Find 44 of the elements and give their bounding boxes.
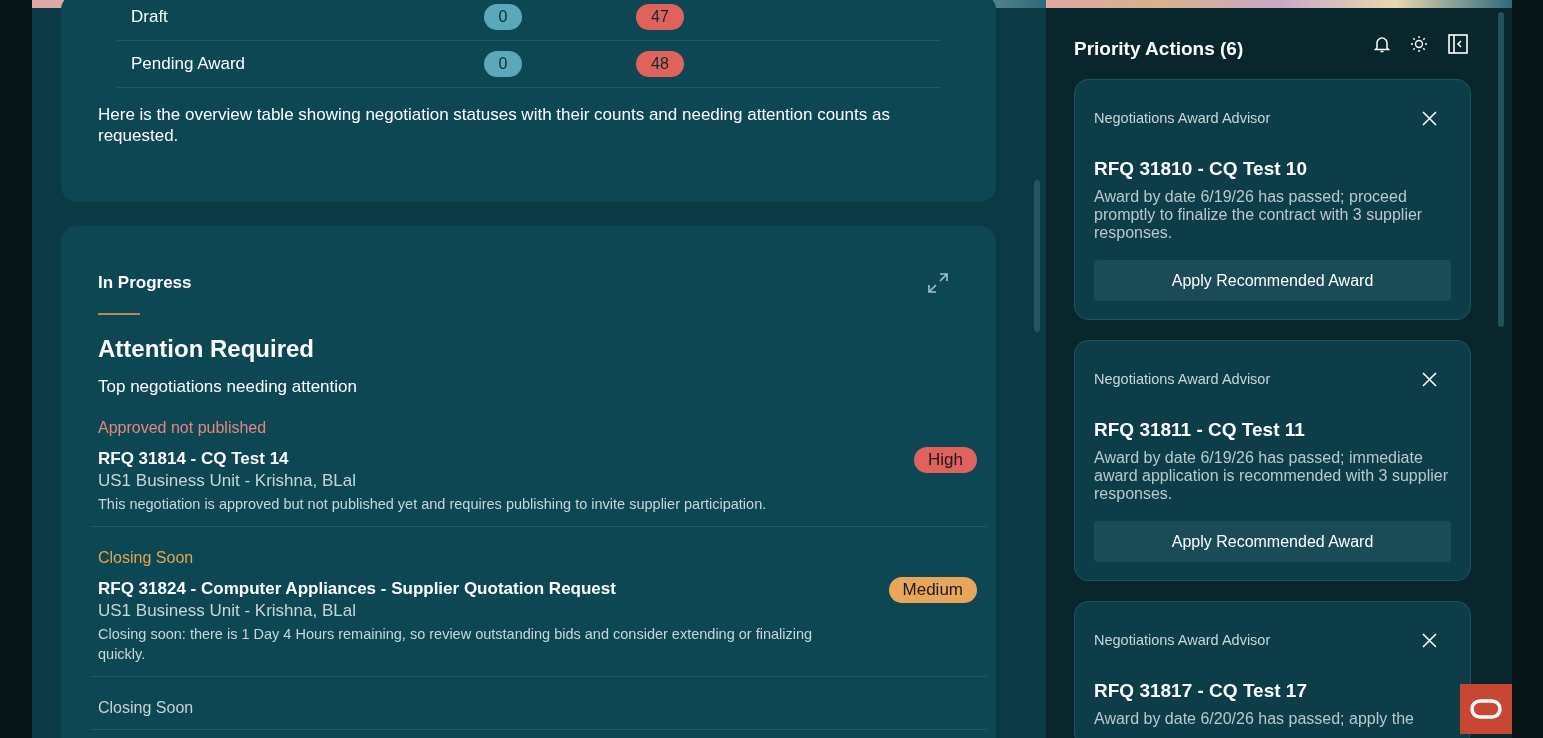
action-description: Award by date 6/20/26 has passed; apply the <box>1094 710 1415 728</box>
card-subtitle: Top negotiations needing attention <box>98 377 358 397</box>
advisor-label: Negotiations Award Advisor <box>1094 110 1271 126</box>
action-title: RFQ 31811 - CQ Test 11 <box>1094 419 1306 441</box>
scrollbar-thumb[interactable] <box>1498 12 1504 327</box>
advisor-label: Negotiations Award Advisor <box>1094 632 1271 648</box>
priority-badge: Medium <box>888 577 977 603</box>
action-description: Award by date 6/19/26 has passed; immediate award application is recommended with 3 supplier responses. <box>1094 449 1449 503</box>
item-description: Closing soon: there is 1 Day 4 Hours remaining, so review outstanding bids and consider extending or finalizing quickly. <box>98 625 814 664</box>
business-unit: US1 Business Unit - Krishna, BLal <box>98 471 357 491</box>
apply-award-button[interactable]: Apply Recommended Award <box>1094 521 1451 562</box>
attention-pill: 47 <box>636 4 684 30</box>
close-icon[interactable] <box>1422 371 1437 387</box>
action-description: Award by date 6/19/26 has passed; proceed promptly to finalize the contract with 3 supplier responses. <box>1094 188 1424 242</box>
negotiation-title[interactable]: RFQ 31814 - CQ Test 14 <box>98 449 767 469</box>
summary-text: Here is the overview table showing negotiation statuses with their counts and needing attention counts as requested. <box>98 104 891 146</box>
card-title: Attention Required <box>98 335 315 363</box>
category-label: Closing Soon <box>98 549 195 567</box>
action-title: RFQ 31810 - CQ Test 10 <box>1094 158 1308 180</box>
attention-pill: 48 <box>636 51 684 77</box>
business-unit: US1 Business Unit - Krishna, BLal <box>98 601 357 621</box>
negotiation-title[interactable]: RFQ 31824 - Computer Appliances - Supplier Quotation Request <box>98 579 828 599</box>
priority-badge: High <box>914 447 977 473</box>
count-pill: 0 <box>484 51 522 77</box>
notification-bell-icon[interactable] <box>1374 35 1390 53</box>
action-title: RFQ 31817 - CQ Test 17 <box>1094 680 1308 702</box>
panel-title: Priority Actions (6) <box>1074 38 1244 60</box>
category-label: Approved not published <box>98 419 268 437</box>
status-label: Draft <box>131 7 169 27</box>
expand-icon[interactable] <box>927 272 949 294</box>
count-pill: 0 <box>484 4 522 30</box>
apply-award-button[interactable]: Apply Recommended Award <box>1094 260 1451 301</box>
category-label: Closing Soon <box>98 699 195 717</box>
advisor-label: Negotiations Award Advisor <box>1094 371 1271 387</box>
logo-icon <box>1470 699 1502 719</box>
section-label: In Progress <box>98 273 192 293</box>
item-description: This negotiation is approved but not published yet and requires publishing to invite supplier participation. <box>98 495 767 514</box>
collapse-panel-icon[interactable] <box>1448 34 1468 54</box>
status-label: Pending Award <box>131 54 247 74</box>
close-icon[interactable] <box>1422 632 1437 648</box>
logo-badge[interactable] <box>1460 684 1512 734</box>
close-icon[interactable] <box>1422 110 1437 126</box>
sun-icon[interactable] <box>1410 35 1428 53</box>
scrollbar-thumb[interactable] <box>1034 180 1040 332</box>
